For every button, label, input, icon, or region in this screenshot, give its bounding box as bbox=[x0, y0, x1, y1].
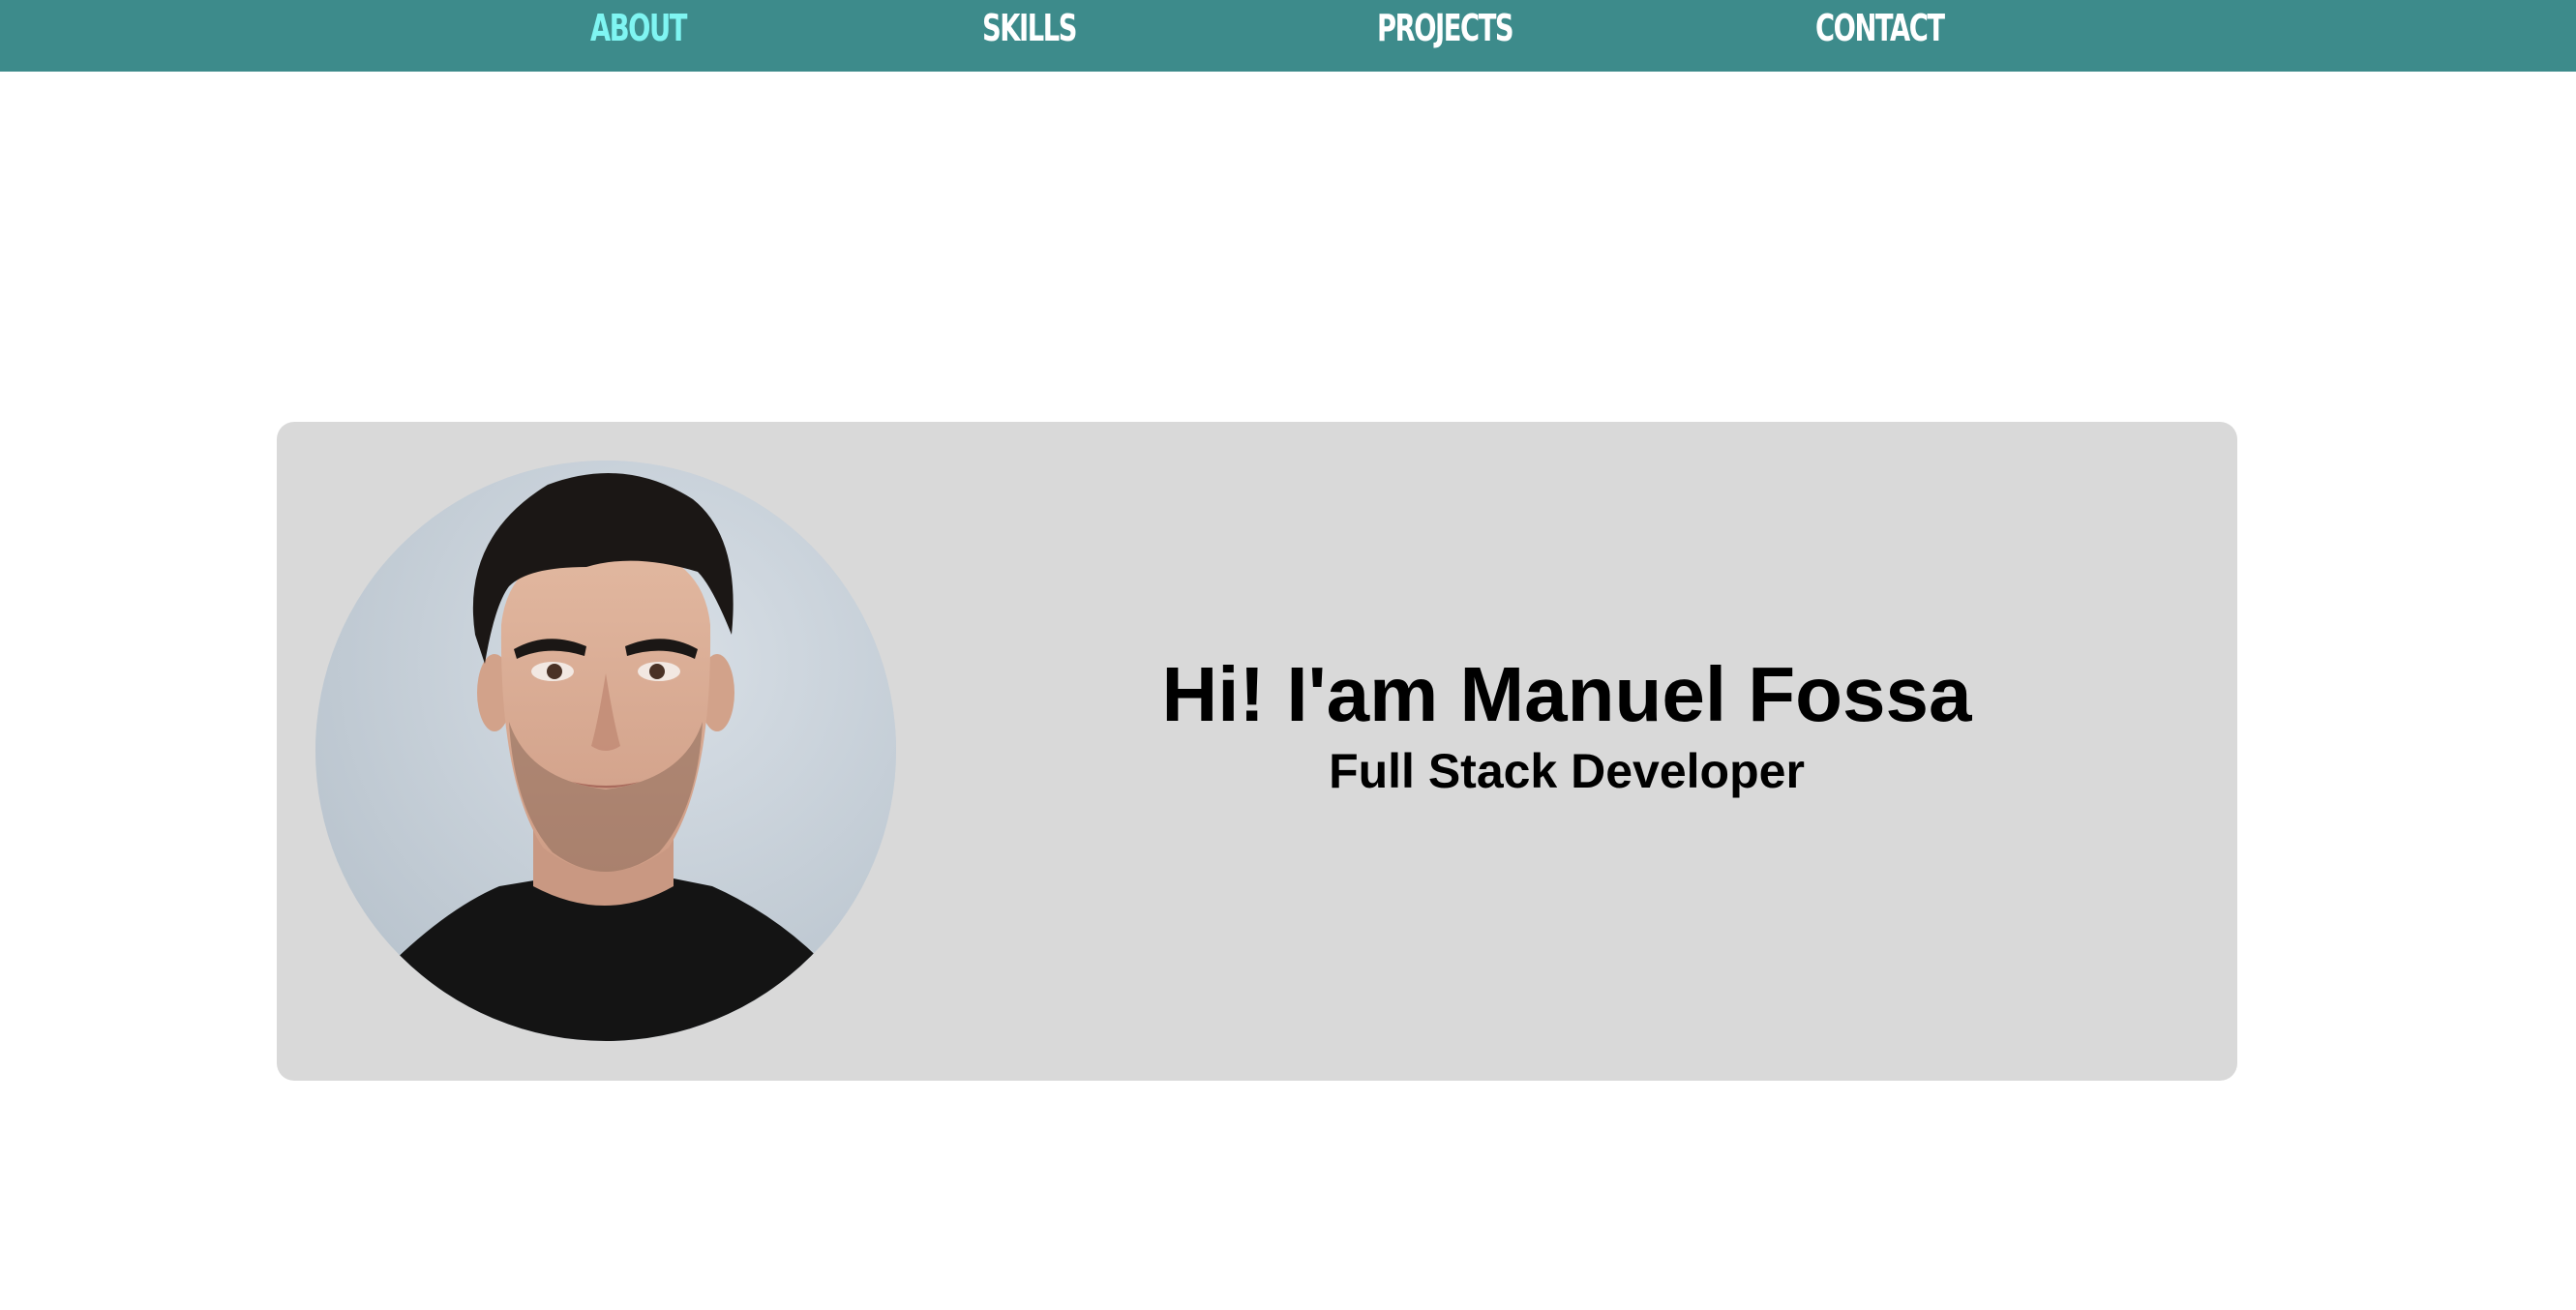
nav-link-contact[interactable]: CONTACT bbox=[1815, 0, 1945, 56]
hero-text: Hi! I'am Manuel Fossa Full Stack Develop… bbox=[896, 422, 2237, 1081]
nav-link-skills[interactable]: SKILLS bbox=[982, 0, 1077, 56]
top-navigation: ABOUT SKILLS PROJECTS CONTACT bbox=[0, 0, 2576, 72]
profile-photo-illustration bbox=[315, 461, 896, 1041]
hero-subtitle: Full Stack Developer bbox=[1329, 744, 1805, 798]
profile-photo bbox=[315, 461, 896, 1041]
hero-card: Hi! I'am Manuel Fossa Full Stack Develop… bbox=[277, 422, 2237, 1081]
nav-link-projects[interactable]: PROJECTS bbox=[1377, 0, 1514, 56]
nav-link-about[interactable]: ABOUT bbox=[590, 0, 687, 56]
hero-title: Hi! I'am Manuel Fossa bbox=[1161, 651, 1972, 737]
